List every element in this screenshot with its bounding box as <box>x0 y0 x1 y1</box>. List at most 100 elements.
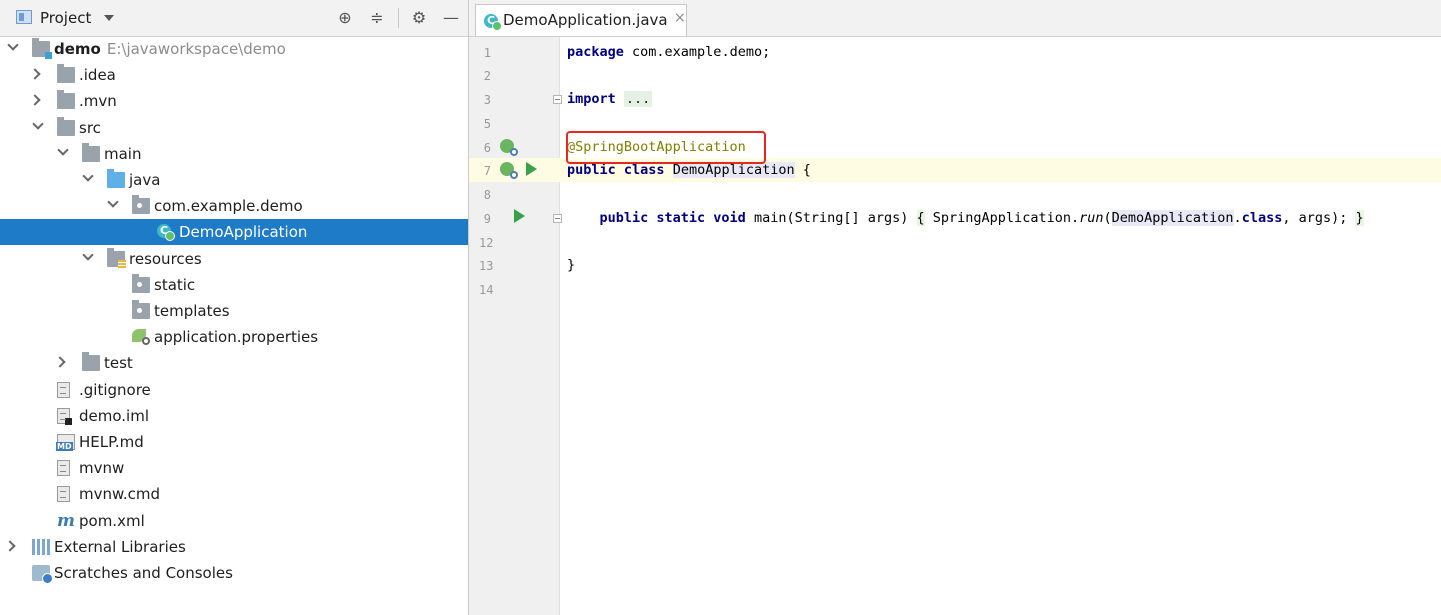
chevron-down-icon[interactable] <box>57 144 69 156</box>
project-name: demo <box>54 40 101 58</box>
code-brace: } <box>1355 210 1364 226</box>
markdown-icon: MD <box>56 434 75 451</box>
code-line-1[interactable]: package com.example.demo; <box>567 44 770 60</box>
chevron-down-icon[interactable] <box>82 248 94 261</box>
chevron-down-icon[interactable] <box>82 170 94 182</box>
tree-item-label: java <box>129 171 161 189</box>
annotation-highlight-box <box>566 131 766 164</box>
tree-item[interactable]: templates <box>0 298 468 324</box>
code-text: main(String[] args) <box>745 210 917 226</box>
properties-icon <box>132 329 150 346</box>
tree-item[interactable]: DemoApplication <box>0 219 468 246</box>
tab-demoapplication-java[interactable]: DemoApplication.java × <box>475 4 687 36</box>
tree-item-label: HELP.md <box>79 433 144 451</box>
minimize-icon[interactable]: — <box>442 9 460 27</box>
tree-item[interactable]: main <box>0 141 468 167</box>
gear-icon[interactable]: ⚙ <box>410 9 428 27</box>
line-number: 1 <box>483 46 491 60</box>
tree-item[interactable]: static <box>0 272 468 298</box>
code-text: SpringApplication. <box>924 210 1080 226</box>
chevron-down-icon[interactable] <box>7 39 19 51</box>
line-number: 9 <box>483 212 491 226</box>
tree-item-label: com.example.demo <box>154 197 303 216</box>
tree-item-label: static <box>154 275 196 294</box>
chevron-right-icon[interactable] <box>29 68 41 80</box>
code-keyword: package <box>567 44 624 60</box>
tree-item[interactable]: resources <box>0 246 468 272</box>
fold-toggle-icon[interactable] <box>553 95 562 104</box>
tree-item[interactable]: External Libraries <box>0 534 468 560</box>
fold-toggle-icon[interactable] <box>553 214 562 223</box>
tree-item[interactable]: Scratches and Consoles <box>0 560 468 586</box>
tree-item-label: mvnw.cmd <box>79 485 161 504</box>
tree-item[interactable]: .idea <box>0 62 468 88</box>
chevron-right-icon[interactable] <box>29 94 41 107</box>
editor-pane: DemoApplication.java × 1 2 3 5 6 7 8 9 1… <box>469 0 1441 615</box>
project-panel: Project ⊕ ≑ ⚙ — demo E:\javaworkspace\dem… <box>0 0 469 615</box>
tree-item[interactable]: MD HELP.md <box>0 429 468 455</box>
code-class-ref: DemoApplication <box>1111 210 1234 226</box>
run-icon[interactable] <box>514 209 525 223</box>
iml-file-icon <box>57 407 72 425</box>
tree-item[interactable]: java <box>0 167 468 193</box>
line-number: 2 <box>483 69 491 83</box>
tree-item-label: main <box>104 144 142 163</box>
line-number: 6 <box>483 141 491 155</box>
tree-item[interactable]: demo.iml <box>0 403 468 429</box>
module-folder-icon <box>32 38 52 59</box>
tree-item-label: pom.xml <box>79 511 145 530</box>
spring-class-icon <box>157 224 175 242</box>
chevron-right-icon[interactable] <box>54 356 66 369</box>
tree-item[interactable]: .gitignore <box>0 377 468 403</box>
tree-item-label: resources <box>129 249 202 268</box>
tree-item-label: application.properties <box>154 328 319 347</box>
line-number: 7 <box>483 164 491 178</box>
scratches-icon <box>32 565 53 584</box>
tree-item[interactable]: test <box>0 350 468 376</box>
code-line-3[interactable]: import ... <box>567 91 653 107</box>
code-line-7[interactable]: public class DemoApplication { <box>567 162 811 178</box>
run-icon[interactable] <box>526 162 537 176</box>
text-file-icon <box>57 381 70 398</box>
chevron-down-icon[interactable] <box>107 196 119 208</box>
code-brace: { <box>916 210 925 226</box>
maven-icon: m <box>57 510 75 531</box>
code-text: { <box>794 162 811 178</box>
tree-item[interactable]: com.example.demo <box>0 193 468 219</box>
close-icon[interactable]: × <box>674 10 686 26</box>
spring-bean-gutter-icon[interactable] <box>500 162 518 179</box>
tree-item-label: test <box>104 354 133 373</box>
chevron-down-icon[interactable] <box>104 15 114 21</box>
tree-item[interactable]: src <box>0 115 468 141</box>
code-keyword: public static void <box>599 210 746 226</box>
tree-item-label: .idea <box>79 66 116 85</box>
tree-item[interactable]: application.properties <box>0 324 468 350</box>
code-text: , args); <box>1282 210 1356 226</box>
code-line-13[interactable]: } <box>567 257 575 273</box>
folded-imports[interactable]: ... <box>623 91 653 107</box>
code-keyword: import <box>567 91 616 107</box>
code-keyword: class <box>1241 210 1283 226</box>
tree-item[interactable]: demo E:\javaworkspace\demo <box>0 36 468 62</box>
folder-icon <box>57 116 75 136</box>
folder-icon <box>57 64 75 84</box>
tree-item-label: templates <box>154 302 230 320</box>
tree-item[interactable]: m pom.xml <box>0 508 468 534</box>
code-keyword: public class <box>567 162 665 178</box>
target-icon[interactable]: ⊕ <box>336 9 354 27</box>
spring-class-icon <box>484 14 502 31</box>
tree-item[interactable]: .mvn <box>0 88 468 114</box>
package-icon <box>132 195 150 215</box>
line-number: 3 <box>483 93 491 107</box>
chevron-right-icon[interactable] <box>4 540 16 552</box>
code-line-9[interactable]: public static void main(String[] args) {… <box>567 210 1364 226</box>
spring-bean-gutter-icon[interactable] <box>500 139 518 156</box>
project-path: E:\javaworkspace\demo <box>106 40 286 58</box>
project-view-selector[interactable]: Project <box>40 9 91 27</box>
tree-item[interactable]: mvnw.cmd <box>0 481 468 507</box>
package-icon <box>132 300 150 319</box>
tree-item[interactable]: mvnw <box>0 455 468 481</box>
chevron-down-icon[interactable] <box>32 117 44 130</box>
collapse-all-icon[interactable]: ≑ <box>368 9 386 27</box>
